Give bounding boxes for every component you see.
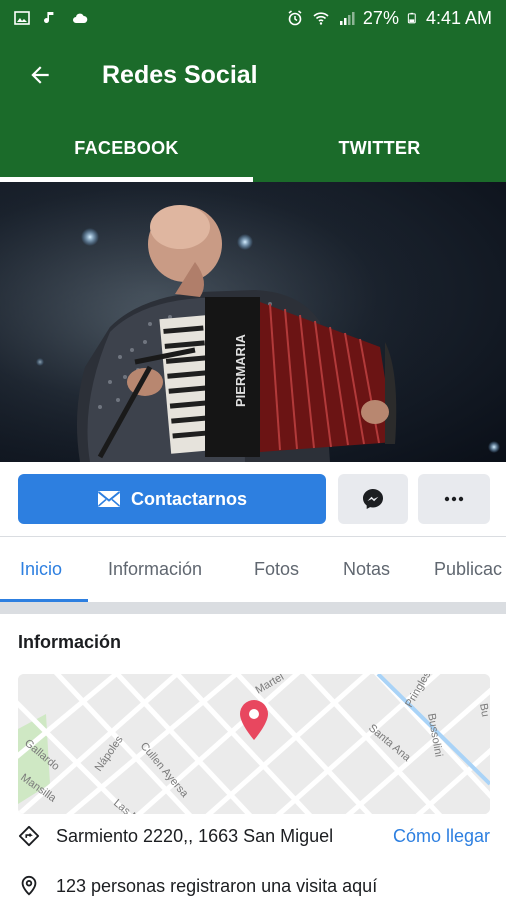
svg-text:PIERMARIA: PIERMARIA: [233, 333, 248, 407]
battery-level: 27%: [362, 7, 399, 28]
tab-facebook[interactable]: FACEBOOK: [0, 114, 253, 182]
music-note-icon: [44, 12, 54, 24]
accordion-player-image: PIERMARIA: [0, 182, 506, 462]
checkins-row: 123 personas registraron una visita aquí: [0, 866, 506, 900]
page-section-tabs: Inicio Información Fotos Notas Publicac: [0, 536, 506, 602]
cloud-icon: [73, 13, 88, 23]
status-bar: 27% 4:41 AM: [0, 0, 506, 36]
map-image: Gallardo Nápoles Cullen Ayersa Mansilla …: [18, 674, 490, 814]
more-horizontal-icon: [444, 496, 464, 502]
social-tabs: FACEBOOK TWITTER: [0, 114, 506, 182]
wifi-icon: [313, 12, 329, 25]
contact-button-label: Contactarnos: [130, 488, 247, 509]
more-button[interactable]: [418, 474, 490, 524]
signal-icon: [339, 12, 355, 25]
location-pin-icon: [21, 875, 37, 896]
clock: 4:41 AM: [425, 7, 492, 28]
page-title: Redes Social: [102, 60, 258, 89]
address-text: Sarmiento 2220,, 1663 San Miguel: [56, 825, 334, 846]
tab-fotos[interactable]: Fotos: [254, 537, 299, 601]
section-divider: [0, 602, 506, 614]
street-label: Bu: [477, 702, 490, 717]
checkins-text: 123 personas registraron una visita aquí: [56, 875, 378, 896]
back-button[interactable]: [0, 36, 80, 114]
location-map[interactable]: Gallardo Nápoles Cullen Ayersa Mansilla …: [18, 674, 490, 814]
messenger-icon: [363, 489, 383, 509]
page-actions: Contactarnos: [0, 462, 506, 536]
tab-twitter[interactable]: TWITTER: [253, 114, 506, 182]
alarm-icon: [288, 10, 302, 26]
info-heading: Información: [18, 632, 122, 652]
tab-publicaciones[interactable]: Publicac: [434, 537, 502, 601]
address-row: Sarmiento 2220,, 1663 San Miguel Cómo ll…: [0, 816, 506, 856]
tab-informacion[interactable]: Información: [108, 537, 202, 601]
directions-icon: [18, 825, 40, 847]
app-bar: Redes Social: [0, 36, 506, 114]
arrow-left-icon: [31, 66, 49, 84]
envelope-icon: [97, 491, 121, 507]
messenger-button[interactable]: [338, 474, 408, 524]
directions-link[interactable]: Cómo llegar: [393, 826, 490, 847]
tab-inicio[interactable]: Inicio: [20, 537, 62, 601]
cover-photo[interactable]: PIERMARIA: [0, 182, 506, 462]
contact-button[interactable]: Contactarnos: [18, 474, 326, 524]
battery-icon: [407, 12, 416, 24]
tab-notas[interactable]: Notas: [343, 537, 390, 601]
image-icon: [14, 11, 30, 25]
